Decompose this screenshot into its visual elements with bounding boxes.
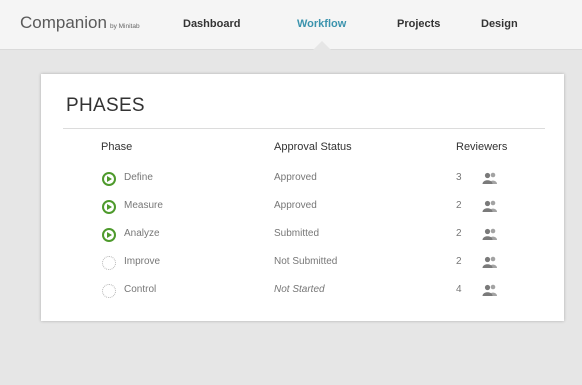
column-header-reviewers: Reviewers (456, 141, 508, 153)
brand-byline: by Minitab (109, 23, 140, 30)
panel-divider (63, 128, 545, 129)
play-circle-icon (102, 228, 116, 242)
nav-projects[interactable]: Projects (397, 18, 440, 30)
dotted-circle-icon (102, 284, 116, 298)
reviewers-icon[interactable] (481, 284, 499, 296)
top-nav-bar: Companion by Minitab Dashboard Workflow … (0, 0, 582, 50)
dotted-circle-icon (102, 256, 116, 270)
phase-name[interactable]: Improve (124, 256, 160, 267)
reviewers-icon[interactable] (481, 228, 499, 240)
approval-status: Not Started (274, 284, 325, 295)
phases-panel: PHASES Phase Approval Status Reviewers D… (41, 74, 564, 321)
reviewers-icon[interactable] (481, 200, 499, 212)
phase-name[interactable]: Measure (124, 200, 163, 211)
phase-row-analyze[interactable]: Analyze Submitted 2 (41, 225, 564, 245)
phase-name[interactable]: Define (124, 172, 153, 183)
play-circle-icon (102, 172, 116, 186)
phase-name[interactable]: Analyze (124, 228, 160, 239)
reviewer-count: 2 (456, 256, 462, 267)
phase-row-improve[interactable]: Improve Not Submitted 2 (41, 253, 564, 273)
nav-design[interactable]: Design (481, 18, 518, 30)
phase-row-measure[interactable]: Measure Approved 2 (41, 197, 564, 217)
reviewer-count: 3 (456, 172, 462, 183)
approval-status: Approved (274, 200, 317, 211)
reviewer-count: 4 (456, 284, 462, 295)
nav-dashboard[interactable]: Dashboard (183, 18, 240, 30)
approval-status: Approved (274, 172, 317, 183)
app-logo[interactable]: Companion by Minitab (20, 13, 140, 33)
reviewer-count: 2 (456, 228, 462, 239)
active-tab-pointer (313, 41, 331, 50)
nav-workflow[interactable]: Workflow (297, 18, 346, 30)
column-header-approval-status: Approval Status (274, 141, 352, 153)
phase-name[interactable]: Control (124, 284, 156, 295)
panel-title: PHASES (66, 95, 145, 116)
reviewer-count: 2 (456, 200, 462, 211)
approval-status: Not Submitted (274, 256, 338, 267)
brand-name: Companion (20, 13, 107, 32)
play-circle-icon (102, 200, 116, 214)
phase-row-define[interactable]: Define Approved 3 (41, 169, 564, 189)
reviewers-icon[interactable] (481, 256, 499, 268)
reviewers-icon[interactable] (481, 172, 499, 184)
approval-status: Submitted (274, 228, 320, 239)
phase-row-control[interactable]: Control Not Started 4 (41, 281, 564, 301)
column-header-phase: Phase (101, 141, 133, 153)
